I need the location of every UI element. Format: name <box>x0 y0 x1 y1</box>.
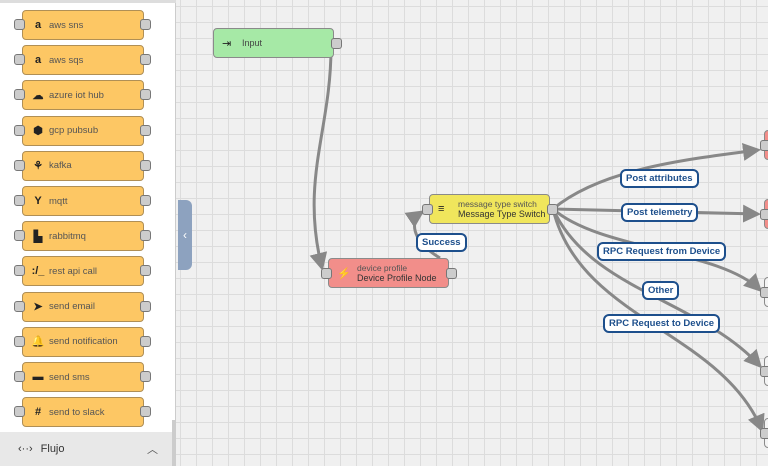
input-out-port[interactable] <box>331 38 342 49</box>
edge-label-post-telemetry[interactable]: Post telemetry <box>621 203 699 222</box>
rabbitmq-icon: ▙ <box>33 230 43 243</box>
library-node-in-port <box>14 230 25 242</box>
library-node-out-port <box>140 335 151 347</box>
amazon-icon: a <box>34 19 42 31</box>
chevron-left-icon: ‹ <box>183 228 187 242</box>
library-node-in-port <box>14 300 25 312</box>
divider <box>0 0 176 3</box>
library-node-mqtt[interactable]: Y mqtt <box>22 186 144 216</box>
library-node-aws-sqs[interactable]: a aws sqs <box>22 45 144 76</box>
edge-input-device-profile <box>309 47 333 271</box>
collapse-sidebar-button[interactable]: ‹ <box>178 200 192 270</box>
kafka-icon: ⚘ <box>33 160 43 173</box>
library-node-out-port <box>140 195 151 206</box>
library-node-in-port <box>14 335 25 347</box>
library-node-in-port <box>14 89 25 101</box>
library-node-in-port <box>14 406 25 418</box>
device-profile-node[interactable]: ⚡ device profile Device Profile Node <box>328 258 449 288</box>
device-profile-out-port[interactable] <box>446 268 457 279</box>
library-node-out-port <box>140 230 151 242</box>
library-node-send-sms[interactable]: ▬ send sms <box>22 362 144 392</box>
bolt-icon: ⚡ <box>337 267 351 280</box>
library-node-gcp-pubsub[interactable]: ⬢ gcp pubsub <box>22 115 144 146</box>
library-node-out-port <box>140 300 151 312</box>
library-node-azure-iot-hub[interactable]: ☁ azure iot hub <box>22 80 144 111</box>
target-in-port[interactable] <box>760 209 768 220</box>
message-type-switch-node[interactable]: ≡ message type switch Message Type Switch <box>429 194 550 224</box>
code-flow-icon: ‹··› <box>18 443 33 455</box>
library-node-in-port <box>14 54 25 66</box>
input-icon: ⇥ <box>222 37 232 50</box>
scrollbar[interactable] <box>172 420 176 466</box>
switch-out-port[interactable] <box>547 204 558 215</box>
target-in-port[interactable] <box>760 428 768 439</box>
edge-label-success[interactable]: Success <box>416 233 467 252</box>
library-node-out-port <box>140 89 151 101</box>
amazon-icon: a <box>34 54 42 67</box>
device-profile-in-port[interactable] <box>321 268 332 279</box>
gcp-pubsub-icon: ⬢ <box>33 125 43 138</box>
library-node-send-notification[interactable]: 🔔 send notification <box>22 326 144 357</box>
library-node-aws-sns[interactable]: a aws sns <box>22 10 144 40</box>
library-node-rest-api-call[interactable]: :/_ rest api call <box>22 256 144 287</box>
edge-label-rpc-to-device[interactable]: RPC Request to Device <box>603 314 721 333</box>
library-node-out-port <box>140 406 151 418</box>
library-node-in-port <box>14 371 25 382</box>
library-node-send-email[interactable]: ➤ send email <box>22 291 144 322</box>
library-node-in-port <box>14 19 25 30</box>
library-node-out-port <box>140 371 151 382</box>
footer-section-flujo[interactable]: ‹··› Flujo ︿ <box>0 432 172 466</box>
library-node-out-port <box>140 265 151 277</box>
rest-api-icon: :/_ <box>31 265 45 278</box>
filter-icon: ≡ <box>438 203 445 215</box>
edge-label-rpc-from-device[interactable]: RPC Request from Device <box>597 242 727 261</box>
library-node-send-to-slack[interactable]: # send to slack <box>22 397 144 428</box>
cloud-upload-icon: ☁ <box>32 89 44 102</box>
library-node-out-port <box>140 124 151 136</box>
target-in-port[interactable] <box>760 140 768 151</box>
sms-icon: ▬ <box>32 371 44 383</box>
bell-icon: 🔔 <box>31 336 45 349</box>
library-node-out-port <box>140 54 151 66</box>
library-node-in-port <box>14 265 25 277</box>
mqtt-icon: Y <box>34 195 42 207</box>
chevron-up-icon[interactable]: ︿ <box>147 441 158 457</box>
target-in-port[interactable] <box>760 287 768 298</box>
edge-label-post-attributes[interactable]: Post attributes <box>620 169 699 188</box>
library-node-in-port <box>14 124 25 136</box>
edge-label-other[interactable]: Other <box>642 281 680 300</box>
library-node-rabbitmq[interactable]: ▙ rabbitmq <box>22 221 144 252</box>
switch-in-port[interactable] <box>422 204 433 215</box>
slack-icon: # <box>34 406 42 419</box>
send-icon: ➤ <box>33 301 43 314</box>
library-node-in-port <box>14 159 25 171</box>
library-node-in-port <box>14 195 25 206</box>
input-node[interactable]: ⇥ Input <box>213 28 334 58</box>
library-node-out-port <box>140 19 151 30</box>
node-library-sidebar: a aws sns a aws sqs ☁ azure iot hub ⬢ gc… <box>0 0 176 466</box>
target-in-port[interactable] <box>760 366 768 377</box>
library-node-out-port <box>140 159 151 171</box>
library-node-kafka[interactable]: ⚘ kafka <box>22 150 144 181</box>
